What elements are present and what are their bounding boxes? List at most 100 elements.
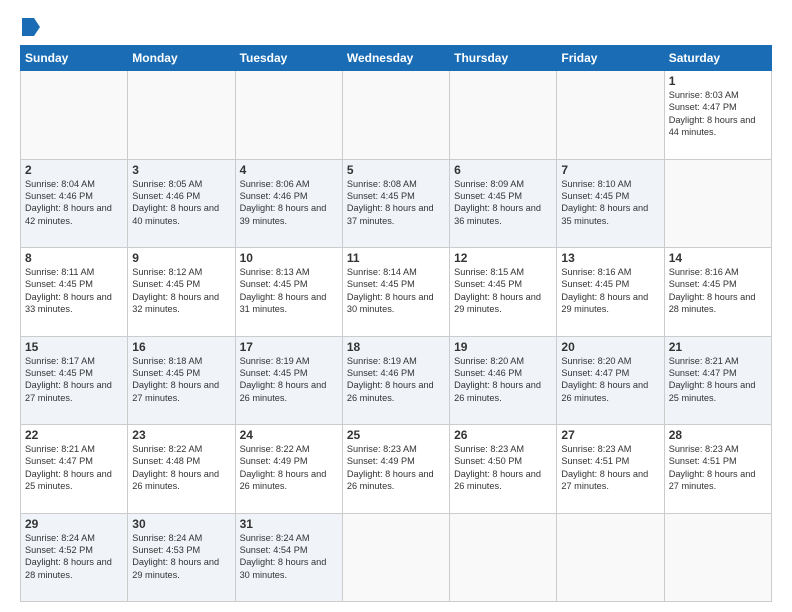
day-number: 27 — [561, 428, 659, 442]
calendar-day-header: Saturday — [664, 46, 771, 71]
calendar-day-cell: 1 Sunrise: 8:03 AMSunset: 4:47 PMDaylight… — [664, 71, 771, 160]
day-number: 12 — [454, 251, 552, 265]
day-info: Sunrise: 8:09 AMSunset: 4:45 PMDaylight:… — [454, 179, 541, 226]
calendar-day-header: Tuesday — [235, 46, 342, 71]
day-number: 1 — [669, 74, 767, 88]
day-info: Sunrise: 8:21 AMSunset: 4:47 PMDaylight:… — [25, 444, 112, 491]
day-number: 11 — [347, 251, 445, 265]
calendar-week-row: 2 Sunrise: 8:04 AMSunset: 4:46 PMDaylight… — [21, 159, 772, 248]
calendar-day-cell — [664, 159, 771, 248]
calendar-day-cell: 2 Sunrise: 8:04 AMSunset: 4:46 PMDaylight… — [21, 159, 128, 248]
day-info: Sunrise: 8:20 AMSunset: 4:47 PMDaylight:… — [561, 356, 648, 403]
day-number: 3 — [132, 163, 230, 177]
calendar-day-cell — [450, 71, 557, 160]
day-number: 22 — [25, 428, 123, 442]
calendar-day-cell: 18 Sunrise: 8:19 AMSunset: 4:46 PMDayligh… — [342, 336, 449, 425]
calendar-day-cell: 30 Sunrise: 8:24 AMSunset: 4:53 PMDayligh… — [128, 513, 235, 602]
day-number: 15 — [25, 340, 123, 354]
calendar-week-row: 1 Sunrise: 8:03 AMSunset: 4:47 PMDaylight… — [21, 71, 772, 160]
day-info: Sunrise: 8:10 AMSunset: 4:45 PMDaylight:… — [561, 179, 648, 226]
calendar-day-cell: 16Sunrise: 8:18 AMSunset: 4:45 PMDayligh… — [128, 336, 235, 425]
calendar-day-cell: 9 Sunrise: 8:12 AMSunset: 4:45 PMDaylight… — [128, 248, 235, 337]
calendar-day-cell: 14Sunrise: 8:16 AMSunset: 4:45 PMDayligh… — [664, 248, 771, 337]
calendar-week-row: 15Sunrise: 8:17 AMSunset: 4:45 PMDayligh… — [21, 336, 772, 425]
day-number: 23 — [132, 428, 230, 442]
day-info: Sunrise: 8:20 AMSunset: 4:46 PMDaylight:… — [454, 356, 541, 403]
day-info: Sunrise: 8:19 AMSunset: 4:46 PMDaylight:… — [347, 356, 434, 403]
day-number: 8 — [25, 251, 123, 265]
calendar-day-cell — [235, 71, 342, 160]
calendar-day-cell — [557, 513, 664, 602]
calendar-day-cell: 8 Sunrise: 8:11 AMSunset: 4:45 PMDaylight… — [21, 248, 128, 337]
calendar-day-cell — [450, 513, 557, 602]
calendar-day-cell — [128, 71, 235, 160]
day-info: Sunrise: 8:13 AMSunset: 4:45 PMDaylight:… — [240, 267, 327, 314]
day-info: Sunrise: 8:12 AMSunset: 4:45 PMDaylight:… — [132, 267, 219, 314]
calendar-day-cell — [21, 71, 128, 160]
calendar-day-cell — [342, 513, 449, 602]
page: SundayMondayTuesdayWednesdayThursdayFrid… — [0, 0, 792, 612]
calendar-day-cell: 4Sunrise: 8:06 AMSunset: 4:46 PMDaylight… — [235, 159, 342, 248]
day-number: 30 — [132, 517, 230, 531]
calendar-day-cell: 5 Sunrise: 8:08 AMSunset: 4:45 PMDaylight… — [342, 159, 449, 248]
calendar-day-cell: 19 Sunrise: 8:20 AMSunset: 4:46 PMDayligh… — [450, 336, 557, 425]
day-info: Sunrise: 8:04 AMSunset: 4:46 PMDaylight:… — [25, 179, 112, 226]
day-number: 20 — [561, 340, 659, 354]
calendar-day-cell: 7 Sunrise: 8:10 AMSunset: 4:45 PMDaylight… — [557, 159, 664, 248]
logo — [20, 18, 40, 37]
calendar-day-cell: 17 Sunrise: 8:19 AMSunset: 4:45 PMDayligh… — [235, 336, 342, 425]
calendar-day-cell: 23 Sunrise: 8:22 AMSunset: 4:48 PMDayligh… — [128, 425, 235, 514]
day-number: 25 — [347, 428, 445, 442]
calendar-day-cell: 27Sunrise: 8:23 AMSunset: 4:51 PMDayligh… — [557, 425, 664, 514]
calendar-day-cell: 11Sunrise: 8:14 AMSunset: 4:45 PMDayligh… — [342, 248, 449, 337]
header — [20, 18, 772, 37]
calendar-day-cell: 13 Sunrise: 8:16 AMSunset: 4:45 PMDayligh… — [557, 248, 664, 337]
day-info: Sunrise: 8:19 AMSunset: 4:45 PMDaylight:… — [240, 356, 327, 403]
calendar-day-cell: 22 Sunrise: 8:21 AMSunset: 4:47 PMDayligh… — [21, 425, 128, 514]
calendar-day-cell — [557, 71, 664, 160]
day-number: 29 — [25, 517, 123, 531]
day-number: 6 — [454, 163, 552, 177]
day-info: Sunrise: 8:21 AMSunset: 4:47 PMDaylight:… — [669, 356, 756, 403]
day-info: Sunrise: 8:24 AMSunset: 4:54 PMDaylight:… — [240, 533, 327, 580]
calendar-table: SundayMondayTuesdayWednesdayThursdayFrid… — [20, 45, 772, 602]
day-number: 21 — [669, 340, 767, 354]
calendar-day-header: Thursday — [450, 46, 557, 71]
logo-arrow-icon — [22, 18, 40, 41]
calendar-day-cell: 24Sunrise: 8:22 AMSunset: 4:49 PMDayligh… — [235, 425, 342, 514]
calendar-day-cell: 12Sunrise: 8:15 AMSunset: 4:45 PMDayligh… — [450, 248, 557, 337]
day-info: Sunrise: 8:23 AMSunset: 4:51 PMDaylight:… — [669, 444, 756, 491]
day-number: 4 — [240, 163, 338, 177]
day-info: Sunrise: 8:03 AMSunset: 4:47 PMDaylight:… — [669, 90, 756, 137]
day-info: Sunrise: 8:16 AMSunset: 4:45 PMDaylight:… — [561, 267, 648, 314]
calendar-week-row: 29 Sunrise: 8:24 AMSunset: 4:52 PMDayligh… — [21, 513, 772, 602]
calendar-day-header: Friday — [557, 46, 664, 71]
calendar-day-header: Wednesday — [342, 46, 449, 71]
day-info: Sunrise: 8:11 AMSunset: 4:45 PMDaylight:… — [25, 267, 112, 314]
day-info: Sunrise: 8:08 AMSunset: 4:45 PMDaylight:… — [347, 179, 434, 226]
calendar-day-cell: 29 Sunrise: 8:24 AMSunset: 4:52 PMDayligh… — [21, 513, 128, 602]
day-info: Sunrise: 8:22 AMSunset: 4:48 PMDaylight:… — [132, 444, 219, 491]
day-number: 13 — [561, 251, 659, 265]
calendar-day-header: Sunday — [21, 46, 128, 71]
day-number: 10 — [240, 251, 338, 265]
day-info: Sunrise: 8:18 AMSunset: 4:45 PMDaylight:… — [132, 356, 219, 403]
day-info: Sunrise: 8:22 AMSunset: 4:49 PMDaylight:… — [240, 444, 327, 491]
day-number: 18 — [347, 340, 445, 354]
day-number: 26 — [454, 428, 552, 442]
day-info: Sunrise: 8:24 AMSunset: 4:53 PMDaylight:… — [132, 533, 219, 580]
day-number: 19 — [454, 340, 552, 354]
calendar-day-header: Monday — [128, 46, 235, 71]
day-number: 7 — [561, 163, 659, 177]
day-number: 9 — [132, 251, 230, 265]
day-info: Sunrise: 8:24 AMSunset: 4:52 PMDaylight:… — [25, 533, 112, 580]
day-number: 14 — [669, 251, 767, 265]
day-number: 17 — [240, 340, 338, 354]
calendar-day-cell — [342, 71, 449, 160]
day-number: 2 — [25, 163, 123, 177]
calendar-day-cell: 3 Sunrise: 8:05 AMSunset: 4:46 PMDaylight… — [128, 159, 235, 248]
calendar-week-row: 8 Sunrise: 8:11 AMSunset: 4:45 PMDaylight… — [21, 248, 772, 337]
day-number: 5 — [347, 163, 445, 177]
day-info: Sunrise: 8:05 AMSunset: 4:46 PMDaylight:… — [132, 179, 219, 226]
day-info: Sunrise: 8:23 AMSunset: 4:49 PMDaylight:… — [347, 444, 434, 491]
